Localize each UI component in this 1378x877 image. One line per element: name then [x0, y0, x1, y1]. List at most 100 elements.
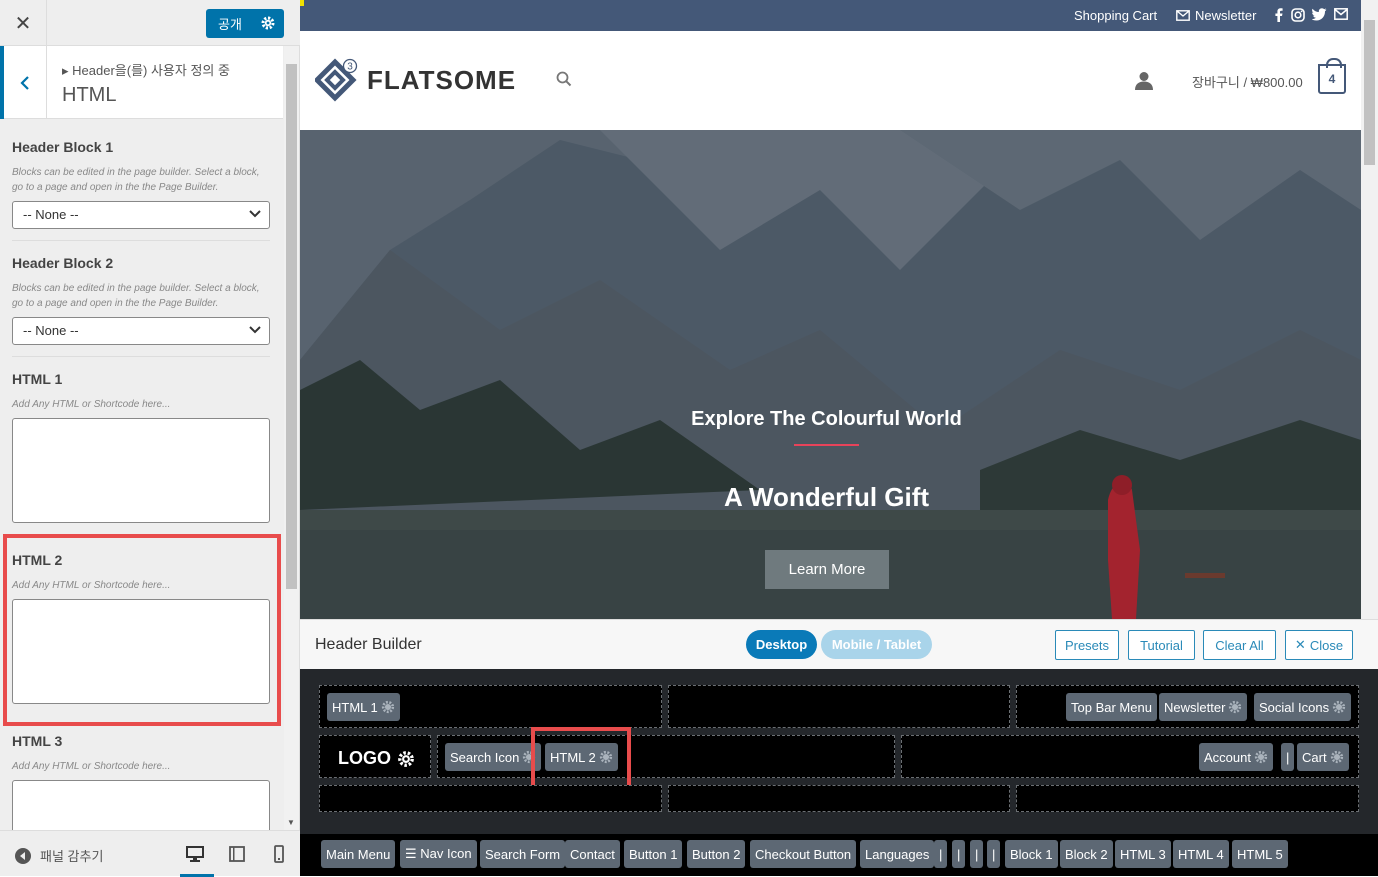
main-header: 3 FLATSOME 장바구니 / ₩800.00 4	[300, 31, 1361, 130]
element-block-1[interactable]: Block 1	[1005, 840, 1058, 868]
hide-panel-button[interactable]: 패널 감추기	[14, 846, 103, 865]
site-logo[interactable]: 3 FLATSOME	[315, 58, 516, 102]
hide-panel-label: 패널 감추기	[40, 849, 104, 864]
element-checkout-button[interactable]: Checkout Button	[750, 840, 857, 868]
newsletter-label: Newsletter	[1195, 8, 1257, 23]
header-cart-link[interactable]: 장바구니 / ₩800.00	[1192, 72, 1303, 91]
element-cart[interactable]: Cart	[1297, 743, 1349, 771]
bottom-right-zone[interactable]	[1016, 785, 1359, 812]
element-languages[interactable]: Languages	[860, 840, 935, 868]
element-divider-4[interactable]: |	[987, 840, 1001, 868]
gear-icon[interactable]	[397, 750, 415, 768]
mountain-landscape-image	[300, 130, 1361, 619]
top-bar-shopping-cart-link[interactable]: Shopping Cart	[1074, 8, 1157, 23]
mobile-tablet-tab[interactable]: Mobile / Tablet	[821, 630, 932, 659]
scroll-down-icon[interactable]: ▼	[287, 818, 295, 827]
hero-subtitle: Explore The Colourful World	[691, 408, 962, 430]
gear-icon[interactable]	[1332, 700, 1346, 714]
section-description: Blocks can be edited in the page builder…	[12, 167, 260, 193]
element-logo[interactable]: LOGO	[338, 748, 415, 769]
element-account[interactable]: Account	[1199, 743, 1273, 771]
hero-title: A Wonderful Gift	[723, 482, 930, 512]
panel-footer: 패널 감추기	[0, 830, 300, 877]
bottom-left-zone[interactable]	[319, 785, 662, 812]
back-button[interactable]	[0, 46, 47, 119]
element-search-form[interactable]: Search Form	[480, 840, 566, 868]
account-icon[interactable]	[1134, 71, 1154, 90]
chevron-down-icon	[249, 326, 261, 334]
header-builder-toolbar: Header Builder Desktop Mobile / Tablet P…	[300, 619, 1378, 669]
gear-icon[interactable]	[1228, 700, 1242, 714]
desktop-tab[interactable]: Desktop	[746, 630, 817, 659]
email-icon[interactable]	[1334, 8, 1348, 20]
close-customizer-button[interactable]: ✕	[0, 0, 47, 46]
element-divider[interactable]: |	[1281, 743, 1295, 771]
gear-icon[interactable]	[381, 700, 395, 714]
close-builder-button[interactable]: ✕ Close	[1285, 630, 1353, 660]
cart-count-badge[interactable]: 4	[1318, 58, 1346, 94]
main-left-zone[interactable]: Search Icon HTML 2	[437, 735, 895, 778]
header-block-1-select[interactable]: -- None --	[12, 201, 270, 229]
element-html-5[interactable]: HTML 5	[1232, 840, 1288, 868]
element-label: Search Icon	[450, 749, 520, 765]
mobile-preview-icon[interactable]	[270, 845, 288, 863]
search-icon[interactable]	[556, 71, 572, 87]
tutorial-button[interactable]: Tutorial	[1128, 630, 1195, 660]
desktop-preview-icon[interactable]	[186, 845, 204, 863]
gear-icon[interactable]	[1330, 750, 1344, 764]
element-divider-1[interactable]: |	[934, 840, 948, 868]
element-nav-icon[interactable]: ☰ Nav Icon	[400, 840, 477, 868]
html-3-textarea[interactable]	[12, 780, 270, 830]
gear-icon[interactable]	[260, 15, 276, 31]
envelope-icon	[1176, 10, 1190, 21]
element-button-2[interactable]: Button 2	[687, 840, 746, 868]
preview-scrollbar[interactable]	[1361, 0, 1378, 619]
element-block-2[interactable]: Block 2	[1060, 840, 1113, 868]
header-block-2-select[interactable]: -- None --	[12, 317, 270, 345]
element-social-icons[interactable]: Social Icons	[1254, 693, 1352, 721]
html-1-textarea[interactable]	[12, 418, 270, 523]
facebook-icon[interactable]	[1274, 8, 1284, 22]
close-icon: ✕	[1294, 637, 1306, 652]
header-builder-canvas: HTML 1 Top Bar Menu Newsletter Social Ic…	[300, 669, 1378, 876]
instagram-icon[interactable]	[1291, 8, 1305, 22]
element-main-menu[interactable]: Main Menu	[321, 840, 396, 868]
panel-title: HTML	[62, 84, 117, 106]
scrollbar-thumb[interactable]	[1364, 20, 1375, 165]
element-html-4[interactable]: HTML 4	[1173, 840, 1229, 868]
logo-text: FLATSOME	[367, 64, 517, 95]
element-button-1[interactable]: Button 1	[624, 840, 683, 868]
panel-header: ▸ Header을(를) 사용자 정의 중 HTML	[0, 46, 283, 119]
element-label: |	[1286, 749, 1290, 765]
gear-icon[interactable]	[1254, 750, 1268, 764]
element-contact[interactable]: Contact	[565, 840, 620, 868]
chevron-left-icon	[20, 75, 29, 90]
element-divider-2[interactable]: |	[952, 840, 966, 868]
element-top-bar-menu[interactable]: Top Bar Menu	[1066, 693, 1157, 721]
tablet-preview-icon[interactable]	[228, 845, 246, 863]
element-divider-3[interactable]: |	[970, 840, 984, 868]
top-bar-newsletter-link[interactable]: Newsletter	[1176, 8, 1256, 23]
presets-button[interactable]: Presets	[1055, 630, 1119, 660]
top-left-zone[interactable]: HTML 1	[319, 685, 662, 728]
bottom-center-zone[interactable]	[668, 785, 1010, 812]
element-label: Social Icons	[1259, 699, 1330, 715]
select-value: -- None --	[23, 207, 79, 222]
element-search-icon[interactable]: Search Icon	[445, 743, 542, 771]
element-newsletter[interactable]: Newsletter	[1159, 693, 1248, 721]
top-right-zone[interactable]: Top Bar Menu Newsletter Social Icons	[1016, 685, 1359, 728]
clear-all-button[interactable]: Clear All	[1203, 630, 1276, 660]
panel-scrollbar[interactable]: ▼	[284, 46, 299, 830]
learn-more-button[interactable]: Learn More	[765, 550, 889, 589]
element-html-1[interactable]: HTML 1	[327, 693, 400, 721]
twitter-icon[interactable]	[1312, 8, 1327, 21]
main-right-zone[interactable]: Account | Cart	[901, 735, 1359, 778]
publish-button[interactable]: 공개	[206, 9, 284, 38]
hero-divider	[794, 444, 859, 446]
element-html-3[interactable]: HTML 3	[1115, 840, 1171, 868]
header-block-2-section: Header Block 2 Blocks can be edited in t…	[12, 255, 270, 345]
logo-badge: 3	[347, 62, 353, 73]
scrollbar-thumb[interactable]	[286, 64, 297, 589]
top-center-zone[interactable]	[668, 685, 1010, 728]
hero-banner: Explore The Colourful World A Wonderful …	[300, 130, 1361, 619]
